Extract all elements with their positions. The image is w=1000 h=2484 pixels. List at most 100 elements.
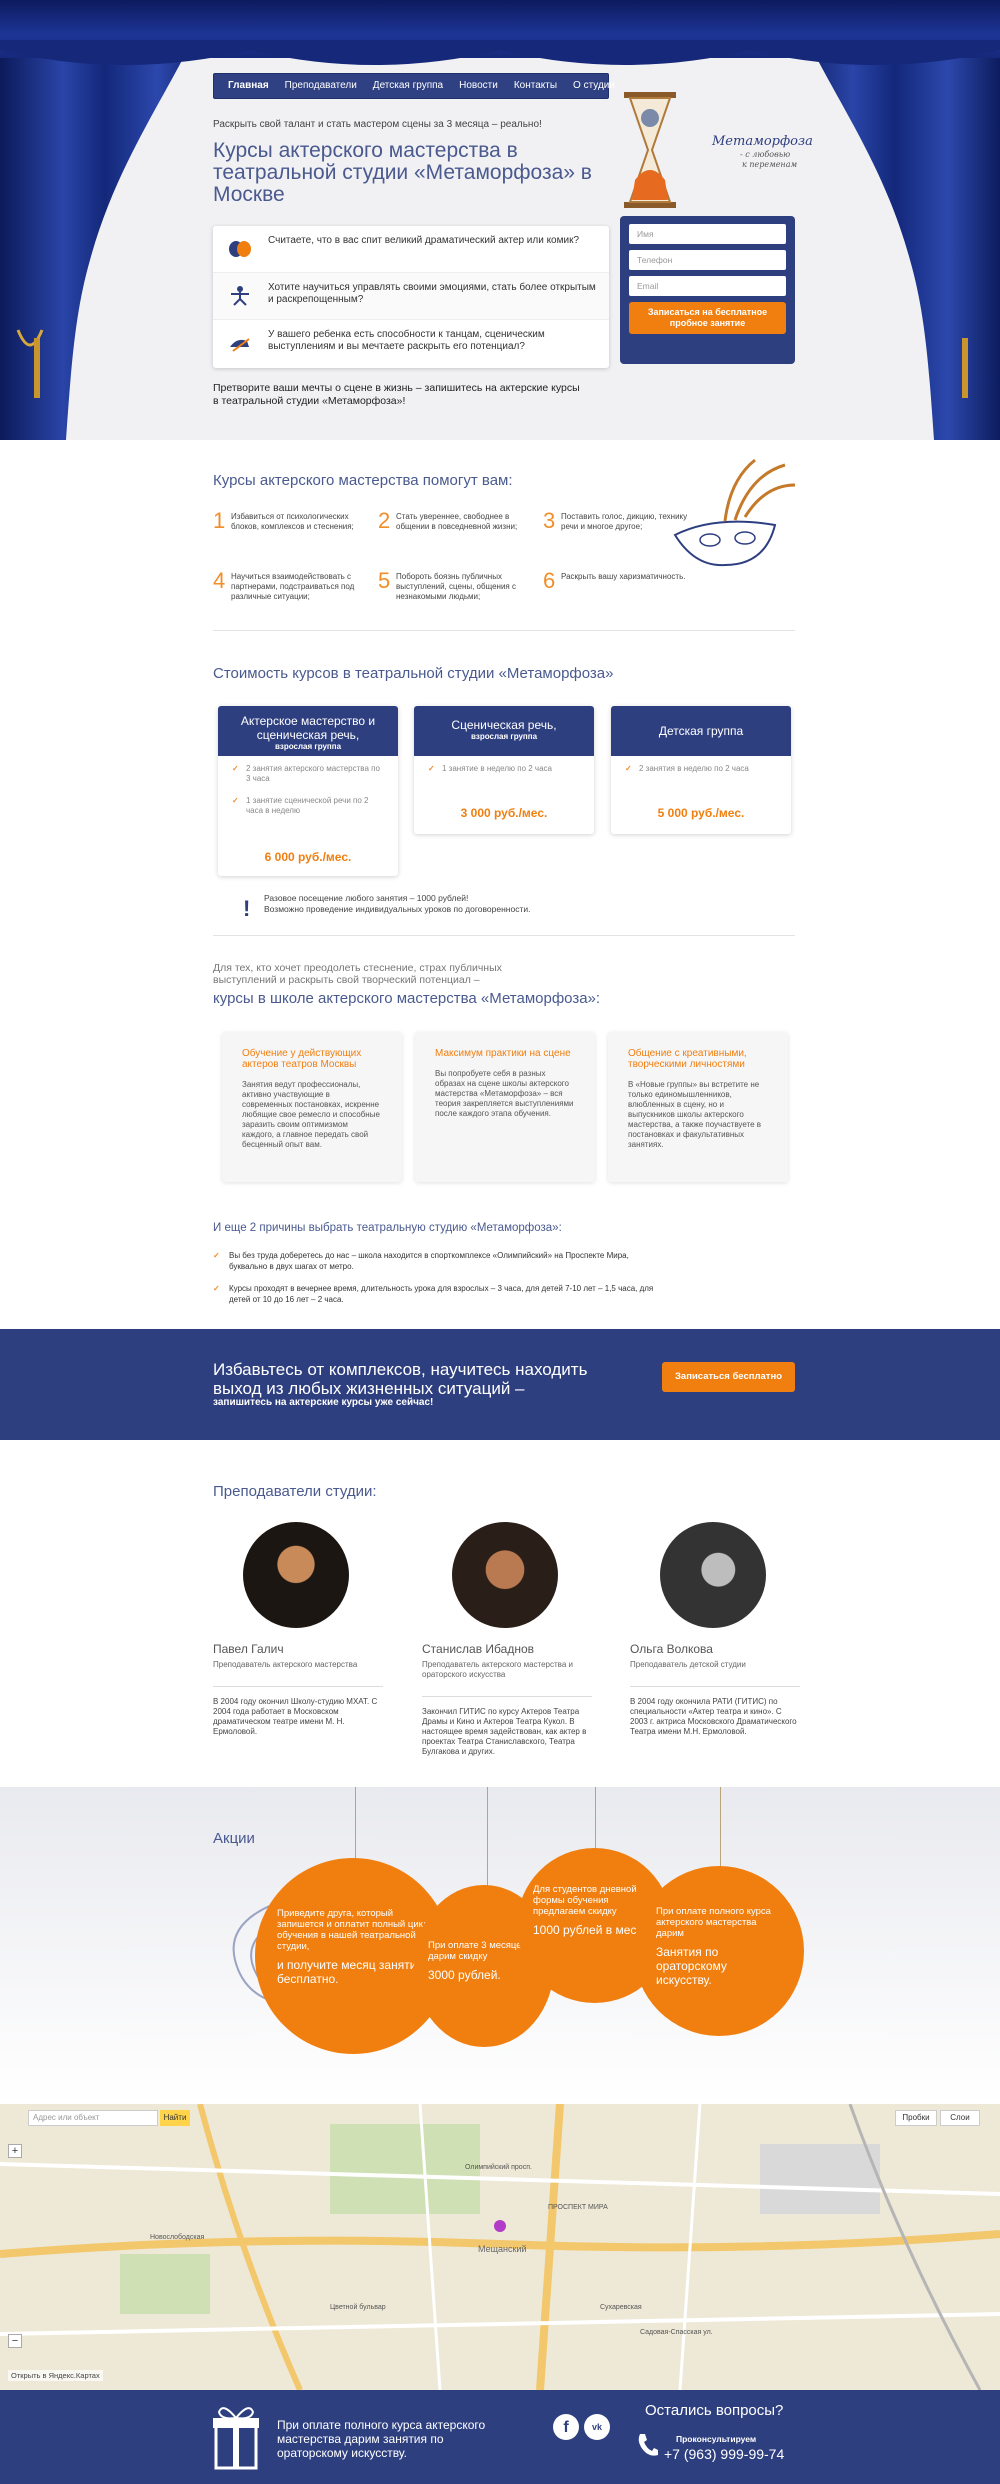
map-label: Цветной бульвар xyxy=(330,2304,386,2311)
price-card[interactable]: Детская группа 2 занятия в неделю по 2 ч… xyxy=(611,706,791,834)
why-intro: Для тех, кто хочет преодолеть стеснение,… xyxy=(213,962,502,986)
teacher-role: Преподаватель детской студии xyxy=(630,1660,746,1669)
name-input[interactable]: Имя xyxy=(629,224,786,244)
benefit-number: 1 xyxy=(213,508,226,533)
footer-phone[interactable]: +7 (963) 999-99-74 xyxy=(664,2446,784,2462)
hero-tagline: Раскрыть свой талант и стать мастером сц… xyxy=(213,119,542,130)
cta-line-1: Претворите ваши мечты о сцене в жизнь – … xyxy=(213,382,580,394)
email-input[interactable]: Email xyxy=(629,276,786,296)
benefit-number: 5 xyxy=(378,568,391,593)
promo-highlight: 3000 рублей. xyxy=(428,1968,501,1982)
why-intro-1: Для тех, кто хочет преодолеть стеснение,… xyxy=(213,962,502,974)
teacher-photo xyxy=(452,1522,558,1628)
map-label: Олимпийский просп. xyxy=(465,2164,532,2171)
teacher-role: Преподаватель актерского мастерства и ор… xyxy=(422,1660,573,1679)
price-card-item: 2 занятия актерского мастерства по 3 час… xyxy=(218,756,398,788)
why-card-title: Общение с креативными, творческими лично… xyxy=(628,1048,747,1070)
dancer-icon xyxy=(231,286,249,306)
nav-kids[interactable]: Детская группа xyxy=(365,73,451,99)
map-label: Новослободская xyxy=(150,2234,205,2241)
location-map[interactable]: Адрес или объект Найти Пробки Слои + − М… xyxy=(0,2104,1000,2390)
price-card-header: Актерское мастерство и сценическая речь,… xyxy=(218,706,398,756)
questions-box: Считаете, что в вас спит великий драмати… xyxy=(213,226,609,368)
phone-input[interactable]: Телефон xyxy=(629,250,786,270)
promos-title: Акции xyxy=(213,1830,255,1847)
teacher-bio: Закончил ГИТИС по курсу Актеров Театра Д… xyxy=(422,1696,592,1757)
studio-logo: Метаморфоза - с любовью к переменам xyxy=(620,90,813,210)
promo-string xyxy=(595,1787,596,1849)
benefit-text: Поставить голос, дикцию, технику речи и … xyxy=(561,512,688,531)
question-text: Считаете, что в вас спит великий драмати… xyxy=(268,235,580,246)
teacher-photo xyxy=(660,1522,766,1628)
footer-question: Остались вопросы? xyxy=(645,2402,784,2419)
price-card[interactable]: Сценическая речь,взрослая группа 1 занят… xyxy=(414,706,594,834)
question-text: Хотите научиться управлять своими эмоция… xyxy=(268,282,596,305)
nav-contacts[interactable]: Контакты xyxy=(506,73,565,99)
zoom-in-button[interactable]: + xyxy=(8,2144,22,2158)
banner-subtext: запишитесь на актерские курсы уже сейчас… xyxy=(213,1397,434,1408)
benefit-number: 6 xyxy=(543,568,556,593)
benefit-text: Стать увереннее, свободнее в общении в п… xyxy=(396,512,518,531)
price-card-item: 1 занятие сценической речи по 2 часа в н… xyxy=(218,788,398,820)
zoom-out-button[interactable]: − xyxy=(8,2334,22,2348)
nav-about[interactable]: О студии xyxy=(565,73,623,99)
map-search-button[interactable]: Найти xyxy=(160,2110,190,2126)
nav-news[interactable]: Новости xyxy=(451,73,506,99)
promo-highlight: Занятия по ораторскому искусству. xyxy=(656,1945,727,1987)
price-card-title: Сценическая речь, xyxy=(451,718,557,732)
pricing-note-1: Разовое посещение любого занятия – 1000 … xyxy=(264,893,469,903)
map-search-input[interactable]: Адрес или объект xyxy=(28,2110,158,2126)
benefit-number: 4 xyxy=(213,568,226,593)
pricing-title: Стоимость курсов в театральной студии «М… xyxy=(213,665,614,682)
question-text: У вашего ребенка есть способности к танц… xyxy=(268,329,545,352)
logo-slogan-2: к переменам xyxy=(742,160,798,169)
teachers-title: Преподаватели студии: xyxy=(213,1483,377,1500)
why-card-title: Максимум практики на сцене xyxy=(435,1048,571,1059)
promo-circle[interactable]: При оплате полного курса актерского маст… xyxy=(634,1866,804,2036)
teacher-name: Ольга Волкова xyxy=(630,1642,713,1656)
promo-string xyxy=(720,1787,721,1867)
price-card-title: Детская группа xyxy=(658,724,744,738)
banner-signup-button[interactable]: Записаться бесплатно xyxy=(662,1362,795,1392)
submit-button[interactable]: Записаться на бесплатное пробное занятие xyxy=(629,302,786,334)
why-card-text: В «Новые группы» вы встретите не только … xyxy=(628,1080,761,1149)
signup-form: Имя Телефон Email Записаться на бесплатн… xyxy=(620,216,795,364)
why-title: курсы в школе актерского мастерства «Мет… xyxy=(213,990,601,1007)
benefit-number: 2 xyxy=(378,508,391,533)
map-label: Садовая-Спасская ул. xyxy=(640,2329,713,2336)
phone-icon xyxy=(638,2434,658,2456)
footer-promo: При оплате полного курса актерского маст… xyxy=(277,2418,486,2460)
price-value: 5 000 руб./мес. xyxy=(657,806,745,820)
nav-home[interactable]: Главная xyxy=(220,73,277,99)
price-value: 6 000 руб./мес. xyxy=(264,850,352,864)
banner-text: Избавьтесь от комплексов, научитесь нахо… xyxy=(213,1360,588,1398)
promo-highlight: и получите месяц занятий бесплатно. xyxy=(277,1958,424,1986)
traffic-button[interactable]: Пробки xyxy=(895,2110,937,2126)
logo-name: Метаморфоза xyxy=(712,134,813,149)
price-card-header: Сценическая речь, взрослая группа xyxy=(414,706,594,756)
price-card-item: 1 занятие в неделю по 2 часа xyxy=(414,756,594,778)
nav-teachers[interactable]: Преподаватели xyxy=(277,73,365,99)
divider xyxy=(213,935,795,936)
question-row: Считаете, что в вас спит великий драмати… xyxy=(213,226,609,273)
price-card[interactable]: Актерское мастерство и сценическая речь,… xyxy=(218,706,398,876)
price-card-title: Актерское мастерство и сценическая речь, xyxy=(240,714,376,742)
benefits-title: Курсы актерского мастерства помогут вам: xyxy=(213,472,513,489)
reasons-title: И еще 2 причины выбрать театральную студ… xyxy=(213,1222,562,1234)
price-card-header: Детская группа xyxy=(611,706,791,756)
teacher-bio: В 2004 году окончила РАТИ (ГИТИС) по спе… xyxy=(630,1686,800,1737)
location-pin-icon[interactable] xyxy=(494,2220,506,2232)
footer: При оплате полного курса актерского маст… xyxy=(0,2390,1000,2484)
map-attribution-link[interactable]: Открыть в Яндекс.Картах xyxy=(8,2370,103,2381)
reason-item: Курсы проходят в вечернее время, длитель… xyxy=(213,1283,663,1305)
why-card-text: Занятия ведут профессионалы, активно уча… xyxy=(242,1080,380,1149)
facebook-icon[interactable]: f xyxy=(553,2414,579,2440)
vk-icon[interactable]: vk xyxy=(584,2414,610,2440)
price-card-item: 2 занятия в неделю по 2 часа xyxy=(611,756,791,778)
why-card-title: Обучение у действующих актеров театров М… xyxy=(242,1048,362,1070)
layers-button[interactable]: Слои xyxy=(940,2110,980,2126)
hero-section xyxy=(0,0,1000,440)
divider xyxy=(213,630,795,631)
teacher-card: Павел Галич Преподаватель актерского мас… xyxy=(213,1522,383,1737)
teacher-role: Преподаватель актерского мастерства xyxy=(213,1660,358,1669)
